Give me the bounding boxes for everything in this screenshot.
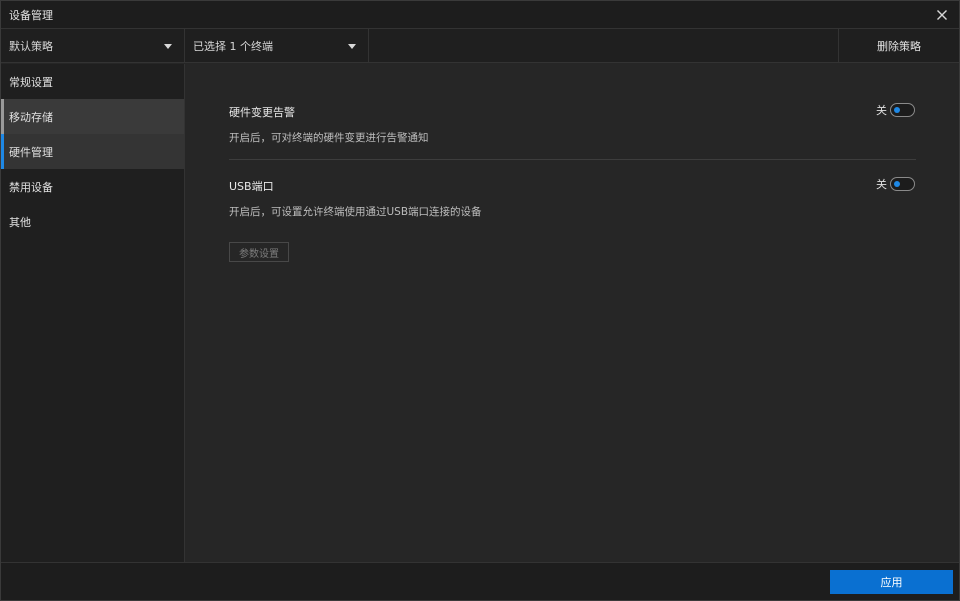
usb-port-toggle-label: 关 [876, 178, 887, 191]
sidebar: 常规设置 移动存储 硬件管理 禁用设备 其他 [1, 64, 185, 562]
sidebar-item-label: 常规设置 [9, 75, 53, 89]
close-button[interactable] [931, 4, 953, 26]
caret-down-icon [164, 43, 172, 49]
param-settings-button[interactable]: 参数设置 [229, 242, 289, 262]
sidebar-item-label: 移动存储 [9, 110, 53, 124]
close-icon [937, 10, 947, 20]
hardware-alert-setting: 硬件变更告警 关 开启后，可对终端的硬件变更进行告警通知 [229, 102, 917, 144]
caret-down-icon [348, 43, 356, 49]
main-panel: 硬件变更告警 关 开启后，可对终端的硬件变更进行告警通知 USB端口 关 开启后… [186, 64, 959, 562]
hardware-alert-toggle[interactable] [890, 103, 915, 117]
delete-policy-button[interactable]: 删除策略 [838, 29, 959, 63]
hardware-alert-toggle-label: 关 [876, 104, 887, 117]
usb-port-setting: USB端口 关 开启后，可设置允许终端使用通过USB端口连接的设备 参数设置 [229, 176, 917, 262]
usb-port-description: 开启后，可设置允许终端使用通过USB端口连接的设备 [229, 206, 482, 218]
hardware-alert-toggle-group: 关 [876, 102, 915, 118]
terminal-dropdown[interactable]: 已选择 1 个终端 [185, 29, 369, 63]
sidebar-item-label: 禁用设备 [9, 180, 53, 194]
usb-port-toggle-group: 关 [876, 176, 915, 192]
device-management-dialog: 设备管理 默认策略 已选择 1 个终端 删除策略 常规设置 移动存储 硬件管理 [0, 0, 960, 601]
sidebar-item-label: 硬件管理 [9, 145, 53, 159]
usb-port-toggle[interactable] [890, 177, 915, 191]
hardware-alert-description: 开启后，可对终端的硬件变更进行告警通知 [229, 132, 429, 144]
terminal-dropdown-value: 已选择 1 个终端 [193, 40, 273, 53]
sidebar-item-hardware-management[interactable]: 硬件管理 [1, 134, 184, 169]
apply-button[interactable]: 应用 [830, 570, 953, 594]
footer: 应用 [1, 562, 959, 600]
sidebar-item-other[interactable]: 其他 [1, 204, 184, 239]
sidebar-item-label: 其他 [9, 215, 31, 229]
section-divider [229, 159, 916, 160]
sidebar-item-disabled-devices[interactable]: 禁用设备 [1, 169, 184, 204]
policy-dropdown[interactable]: 默认策略 [1, 29, 185, 63]
policy-dropdown-value: 默认策略 [9, 40, 53, 53]
toolbar: 默认策略 已选择 1 个终端 删除策略 [1, 29, 959, 63]
toggle-knob [894, 181, 900, 187]
window-title: 设备管理 [9, 8, 53, 22]
sidebar-item-removable-storage[interactable]: 移动存储 [1, 99, 184, 134]
toggle-knob [894, 107, 900, 113]
usb-port-title: USB端口 [229, 180, 274, 193]
hardware-alert-title: 硬件变更告警 [229, 106, 295, 119]
sidebar-item-general[interactable]: 常规设置 [1, 64, 184, 99]
title-bar: 设备管理 [1, 1, 959, 29]
